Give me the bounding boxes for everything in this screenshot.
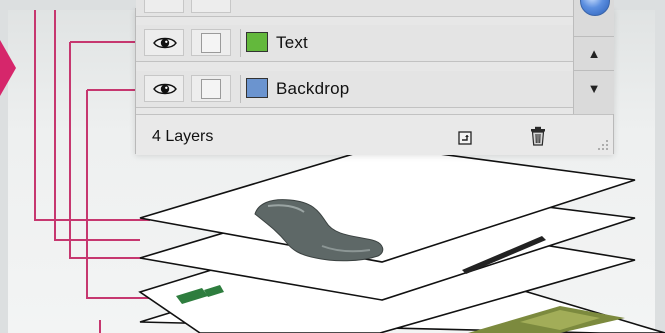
- row-divider: [240, 75, 241, 103]
- arrow-up-icon: ▲: [587, 45, 601, 61]
- scroll-up-button[interactable]: ▲: [574, 36, 614, 69]
- arrow-down-icon: ▼: [587, 80, 601, 96]
- panel-footer: 4 Layers: [136, 114, 613, 155]
- layer-color-swatch: [246, 32, 268, 52]
- scroll-thumb[interactable]: [580, 0, 610, 16]
- lock-toggle[interactable]: [191, 75, 231, 102]
- new-layer-icon[interactable]: [458, 131, 472, 145]
- lock-checkbox[interactable]: [201, 33, 221, 53]
- layer-count: 4 Layers: [152, 128, 214, 145]
- row-divider: [240, 29, 241, 57]
- layer-name[interactable]: Backdrop: [276, 79, 349, 99]
- trash-icon[interactable]: [529, 126, 547, 146]
- eye-icon: [153, 83, 177, 95]
- layer-name[interactable]: Text: [276, 33, 308, 53]
- visibility-toggle[interactable]: [144, 75, 184, 102]
- lock-toggle[interactable]: [191, 29, 231, 56]
- scroll-down-button[interactable]: ▼: [574, 70, 614, 105]
- eye-icon: [153, 37, 177, 49]
- callout-arrow: [0, 40, 16, 96]
- layers-panel: Text Backdrop ▲ ▼ 4 Layers: [135, 0, 614, 155]
- layer-row-text[interactable]: Text: [136, 25, 573, 62]
- lock-checkbox[interactable]: [201, 79, 221, 99]
- layers-scrollbar[interactable]: ▲ ▼: [573, 0, 614, 114]
- visibility-toggle[interactable]: [144, 0, 184, 13]
- resize-grip-icon[interactable]: [595, 137, 609, 151]
- layer-row-partial[interactable]: [136, 0, 573, 17]
- visibility-toggle[interactable]: [144, 29, 184, 56]
- layer-row-backdrop[interactable]: Backdrop: [136, 71, 573, 108]
- illustration-canvas: Text Backdrop ▲ ▼ 4 Layers: [0, 0, 665, 333]
- layer-color-swatch: [246, 78, 268, 98]
- lock-toggle[interactable]: [191, 0, 231, 13]
